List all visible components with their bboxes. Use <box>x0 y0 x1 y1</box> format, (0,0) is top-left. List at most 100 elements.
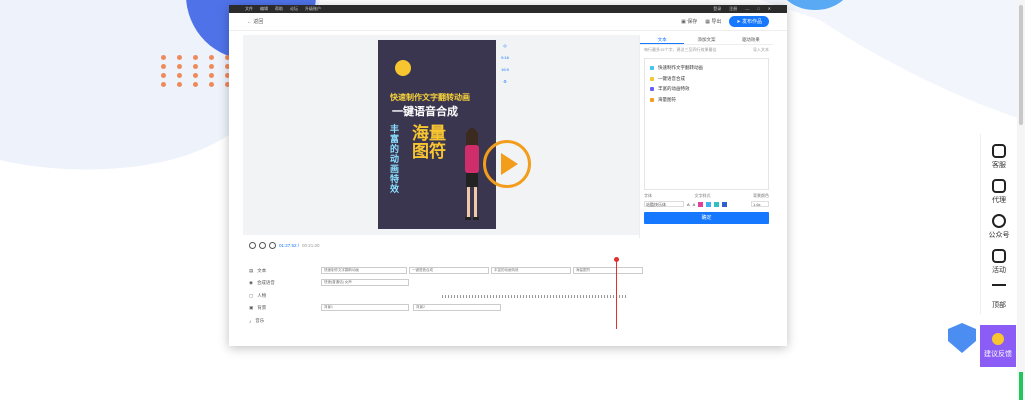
shield-icon[interactable] <box>948 323 976 353</box>
play-small-icon[interactable] <box>259 241 266 249</box>
video-text-vertical: 丰富的动画特效 <box>390 124 400 194</box>
bold-icon[interactable]: A <box>687 202 690 207</box>
track-background[interactable]: ▣ 背景 <box>249 303 266 313</box>
scroll-indicator <box>1019 372 1023 400</box>
text-editor[interactable]: 快速制作文字翻转动画 一键语音合成 丰富的动画特效 海量图符 <box>644 58 769 190</box>
track-character[interactable]: ▢ 人物 <box>249 291 266 301</box>
text-line[interactable]: 一键语音合成 <box>650 74 763 85</box>
panel-tabs: 文本 添加文案 驱动效果 <box>640 35 773 45</box>
playhead[interactable] <box>616 259 617 329</box>
menu-help[interactable]: 帮助 <box>275 6 283 12</box>
menu-file[interactable]: 文件 <box>245 6 253 12</box>
close-icon[interactable]: ✕ <box>768 6 771 12</box>
ratio-16-9-button[interactable]: 16:9 <box>501 67 509 72</box>
font-label: 字体 <box>644 193 652 198</box>
track-label: 人物 <box>257 293 267 298</box>
login-link[interactable]: 登录 <box>713 6 721 12</box>
play-icon <box>501 153 518 175</box>
tab-effects[interactable]: 驱动效果 <box>729 35 773 44</box>
wechat-icon <box>992 214 1006 228</box>
play-button[interactable] <box>483 140 531 188</box>
arrow-up-icon <box>992 284 1006 298</box>
color-option[interactable] <box>722 201 728 207</box>
text-clip[interactable]: 快速制作文字翻转动画 <box>321 267 407 274</box>
voice-track-icon: ◉ <box>249 280 253 285</box>
text-track-icon: ▤ <box>249 268 254 273</box>
official-account-button[interactable]: 公众号 <box>981 214 1017 240</box>
color-swatch <box>650 97 654 102</box>
text-line[interactable]: 快速制作文字翻转动画 <box>650 63 763 74</box>
minimize-icon[interactable]: — <box>745 6 749 12</box>
maximize-icon[interactable]: □ <box>757 6 759 12</box>
feedback-label: 建议反馈 <box>984 351 1012 358</box>
track-label: 背景 <box>257 305 267 310</box>
menu-edit[interactable]: 编辑 <box>260 6 268 12</box>
timeline-tracks: ▤ 文本 ◉ 合成语音 ▢ 人物 ▣ 背景 ♪ 音乐 快速制作文字翻转动画 一键语音合成 … <box>243 254 773 328</box>
back-to-top-button[interactable]: 顶部 <box>981 284 1017 310</box>
next-icon[interactable] <box>269 241 276 249</box>
feedback-button[interactable]: 建议反馈 <box>980 325 1016 367</box>
publish-button[interactable]: ➤ 发布作品 <box>729 16 769 27</box>
color-option[interactable] <box>706 201 712 207</box>
sun-icon <box>395 60 411 76</box>
voice-clip[interactable]: 快速(普通话) 女声 <box>321 279 409 286</box>
export-button[interactable]: ▦ 导出 <box>705 18 721 25</box>
video-text-line2: 一键语音合成 <box>392 106 458 118</box>
line-text: 一键语音合成 <box>658 75 685 81</box>
video-preview[interactable]: 快速制作文字翻转动画 一键语音合成 丰富的动画特效 海量图符 <box>378 40 496 229</box>
panel-hint-row: 每行最多15个字，建议三至四行效果最佳 导入文本 <box>640 45 773 55</box>
ratio-9-16-button[interactable]: 9:16 <box>501 55 509 60</box>
activity-button[interactable]: 活动 <box>981 249 1017 275</box>
timeline-controls: 01:27.52 / 00:21.00 <box>243 239 773 251</box>
tab-add-copy[interactable]: 添加文案 <box>684 35 728 44</box>
color-text-icon[interactable]: A <box>693 202 696 207</box>
confirm-button[interactable]: 确定 <box>644 212 769 224</box>
float-label: 客服 <box>992 162 1006 169</box>
prev-icon[interactable] <box>249 241 256 249</box>
background-clip[interactable]: 背景1 <box>321 304 409 311</box>
style-options-controls: 站酷快乐体 A A 1.6x <box>640 201 773 207</box>
size-stepper[interactable]: 1.6x <box>751 201 769 207</box>
decorative-dots <box>161 55 237 87</box>
headset-icon <box>992 144 1006 158</box>
scrollbar-thumb[interactable] <box>1019 5 1023 125</box>
float-label: 活动 <box>992 267 1006 274</box>
preview-area: 快速制作文字翻转动画 一键语音合成 丰富的动画特效 海量图符 ◎ 9:16 16… <box>243 35 639 235</box>
register-link[interactable]: 注册 <box>729 6 737 12</box>
audio-waveform <box>442 295 627 298</box>
font-select[interactable]: 站酷快乐体 <box>644 201 684 207</box>
agent-button[interactable]: 代理 <box>981 179 1017 205</box>
text-panel: 文本 添加文案 驱动效果 每行最多15个字，建议三至四行效果最佳 导入文本 快速… <box>639 35 773 238</box>
toolbar: ← 返回 ▣ 保存 ▦ 导出 ➤ 发布作品 <box>229 13 787 31</box>
tab-text[interactable]: 文本 <box>640 35 685 44</box>
target-icon[interactable]: ◎ <box>503 43 507 48</box>
aspect-tools: ◎ 9:16 16:9 ⚙ <box>499 43 511 84</box>
background-clip[interactable]: 背景2 <box>413 304 501 311</box>
text-clip[interactable]: 海量图符 <box>573 267 643 274</box>
track-music[interactable]: ♪ 音乐 <box>249 316 264 326</box>
text-clip[interactable]: 丰富的动画特效 <box>491 267 571 274</box>
music-track-icon: ♪ <box>249 318 252 324</box>
track-voice[interactable]: ◉ 合成语音 <box>249 278 275 288</box>
settings-icon[interactable]: ⚙ <box>503 79 507 84</box>
track-label: 文本 <box>257 268 267 273</box>
floating-toolbar: 客服 代理 公众号 活动 顶部 <box>980 134 1016 314</box>
save-button[interactable]: ▣ 保存 <box>681 18 697 25</box>
color-option[interactable] <box>698 201 704 207</box>
import-text-button[interactable]: 导入文本 <box>753 47 769 53</box>
line-text: 快速制作文字翻转动画 <box>658 65 703 71</box>
back-button[interactable]: ← 返回 <box>247 18 263 25</box>
menu-upgrade[interactable]: 升级账户 <box>305 6 321 12</box>
presenter-figure <box>465 128 479 220</box>
customer-service-button[interactable]: 客服 <box>981 144 1017 170</box>
text-line[interactable]: 海量图符 <box>650 95 763 106</box>
menu-bar: 文件 编辑 帮助 论坛 升级账户 登录 注册 — □ ✕ <box>229 5 787 13</box>
track-text[interactable]: ▤ 文本 <box>249 266 266 276</box>
back-label: 返回 <box>253 19 264 25</box>
briefcase-icon <box>992 179 1006 193</box>
color-option[interactable] <box>714 201 720 207</box>
text-line[interactable]: 丰富的动画特效 <box>650 84 763 95</box>
color-swatch <box>650 76 654 81</box>
text-clip[interactable]: 一键语音合成 <box>409 267 489 274</box>
menu-forum[interactable]: 论坛 <box>290 6 298 12</box>
